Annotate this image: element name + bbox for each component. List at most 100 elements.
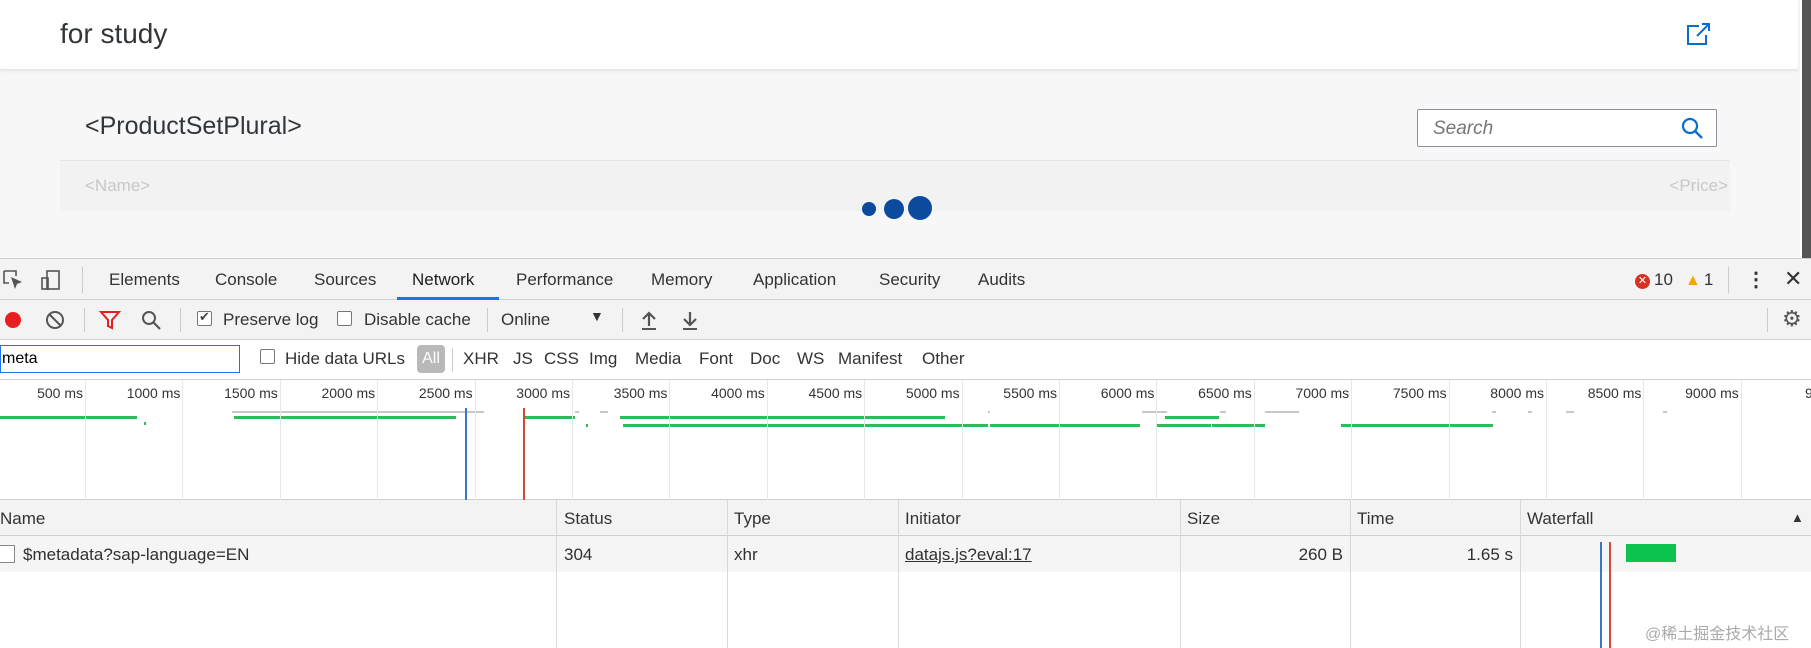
request-size: 260 B (1298, 545, 1343, 564)
search-placeholder: Search (1433, 118, 1494, 139)
filter-type-js[interactable]: JS (513, 349, 533, 369)
timeline-tick-label: 2500 ms (418, 385, 473, 401)
column-divider (1520, 500, 1521, 648)
search-input[interactable]: Search (1417, 109, 1717, 147)
preserve-log-label: Preserve log (223, 310, 319, 329)
column-header-status[interactable]: Status (564, 509, 612, 529)
inspect-element-icon[interactable] (2, 269, 24, 291)
filter-type-css[interactable]: CSS (544, 349, 579, 369)
tab-security[interactable]: Security (879, 270, 940, 290)
watermark: @稀土掘金技术社区 (1645, 626, 1790, 643)
share-icon[interactable] (1685, 20, 1713, 48)
tab-console[interactable]: Console (215, 270, 277, 290)
timeline-tick-label: 6000 ms (1100, 385, 1155, 401)
network-overview-timeline[interactable]: 500 ms 1000 ms 1500 ms 2000 ms 2500 ms 3000 m… (0, 380, 1811, 500)
filter-type-other[interactable]: Other (922, 349, 965, 369)
column-divider (1350, 500, 1351, 648)
timeline-grid-line (474, 380, 476, 500)
hide-data-urls-checkbox[interactable] (260, 349, 275, 364)
timeline-tick-label: 3500 ms (613, 385, 668, 401)
timeline-grid-line (1643, 380, 1645, 500)
throttling-dropdown-icon[interactable]: ▼ (590, 308, 604, 324)
error-count-badge[interactable]: ✕ 10 (1635, 270, 1673, 290)
filter-type-doc[interactable]: Doc (750, 349, 780, 369)
filter-icon[interactable] (99, 309, 121, 331)
column-header-size[interactable]: Size (1187, 509, 1220, 529)
tab-network[interactable]: Network (412, 270, 474, 290)
error-count: 10 (1654, 270, 1673, 289)
filter-type-media[interactable]: Media (635, 349, 681, 369)
column-header-type[interactable]: Type (734, 509, 771, 529)
row-checkbox[interactable] (0, 545, 15, 563)
filter-type-manifest[interactable]: Manifest (838, 349, 902, 369)
device-toolbar-icon[interactable] (40, 269, 62, 291)
timeline-grid-line (182, 380, 184, 500)
app-title: for study (60, 18, 168, 49)
timeline-grid-line (1740, 380, 1742, 500)
timeline-tick-label: 500 ms (37, 385, 83, 401)
request-initiator-link[interactable]: datajs.js?eval:17 (905, 545, 1032, 565)
filter-type-img[interactable]: Img (589, 349, 617, 369)
timeline-grid-line (961, 380, 963, 500)
table-row[interactable]: $metadata?sap-language=EN 304 xhr datajs… (0, 536, 1811, 572)
filter-type-xhr[interactable]: XHR (463, 349, 499, 369)
devtools-panel: Elements Console Sources Network Perform… (0, 258, 1811, 648)
timeline-grid-line (1448, 380, 1450, 500)
waterfall-bar (1626, 544, 1676, 562)
column-header-initiator[interactable]: Initiator (905, 509, 961, 529)
product-list: <ProductSetPlural> Search <Name> <Price> (60, 98, 1730, 258)
warning-count: 1 (1703, 270, 1714, 289)
network-settings-gear-icon[interactable]: ⚙ (1782, 306, 1802, 332)
timeline-tick-label: 9000 ms (1685, 385, 1739, 401)
clear-icon[interactable] (44, 309, 66, 331)
tab-elements[interactable]: Elements (109, 270, 180, 290)
record-icon[interactable] (2, 309, 24, 331)
request-name[interactable]: $metadata?sap-language=EN (23, 545, 249, 565)
timeline-tick-label: 8500 ms (1587, 385, 1642, 401)
more-options-icon[interactable]: ⋮ (1746, 267, 1766, 292)
throttling-select[interactable]: Online (501, 310, 550, 330)
tab-audits[interactable]: Audits (978, 270, 1025, 290)
page-scrollbar[interactable] (1802, 0, 1811, 258)
waterfall-dom-content-loaded-line (1600, 542, 1602, 648)
timeline-tick-label: 3000 ms (516, 385, 570, 401)
network-toolbar: Preserve log Disable cache Online ▼ ⚙ (0, 300, 1811, 340)
hide-data-urls-label: Hide data URLs (285, 349, 406, 368)
app-header: for study (0, 0, 1798, 70)
tab-sources[interactable]: Sources (314, 270, 376, 290)
column-header-waterfall[interactable]: Waterfall (1527, 509, 1593, 529)
filter-input[interactable] (0, 345, 240, 373)
timeline-grid-line (85, 380, 86, 500)
devtools-tabbar: Elements Console Sources Network Perform… (0, 258, 1811, 300)
column-divider (1180, 500, 1181, 648)
timeline-grid-line (1546, 380, 1547, 500)
warning-count-badge[interactable]: ▲ 1 (1685, 270, 1713, 290)
tab-performance[interactable]: Performance (516, 270, 613, 290)
timeline-tick-label: 9500 (1805, 385, 1811, 401)
import-har-icon[interactable] (638, 309, 660, 331)
export-har-icon[interactable] (679, 309, 701, 331)
timeline-grid-line (279, 380, 281, 500)
request-status: 304 (564, 545, 593, 564)
filter-type-font[interactable]: Font (699, 349, 733, 369)
column-header-name[interactable]: Name (0, 509, 45, 529)
tab-memory[interactable]: Memory (651, 270, 712, 290)
disable-cache-label: Disable cache (364, 310, 471, 329)
timeline-tick-label: 8000 ms (1490, 385, 1544, 401)
tab-application[interactable]: Application (753, 270, 836, 290)
timeline-tick-label: 7000 ms (1295, 385, 1350, 401)
close-devtools-icon[interactable]: ✕ (1784, 266, 1802, 292)
search-icon[interactable] (1680, 116, 1704, 140)
disable-cache-checkbox[interactable] (337, 311, 352, 326)
column-header-time[interactable]: Time (1357, 509, 1394, 529)
timeline-tick-label: 2000 ms (321, 385, 376, 401)
preserve-log-checkbox[interactable] (197, 309, 212, 326)
sort-ascending-icon[interactable]: ▲ (1791, 510, 1804, 525)
filter-type-all[interactable]: All (417, 345, 445, 373)
search-requests-icon[interactable] (140, 309, 162, 331)
column-divider (898, 500, 899, 648)
column-price-header: <Price> (1669, 176, 1728, 195)
filter-type-ws[interactable]: WS (797, 349, 824, 369)
waterfall-load-line (1609, 542, 1611, 648)
timeline-tick-label: 5000 ms (905, 385, 960, 401)
